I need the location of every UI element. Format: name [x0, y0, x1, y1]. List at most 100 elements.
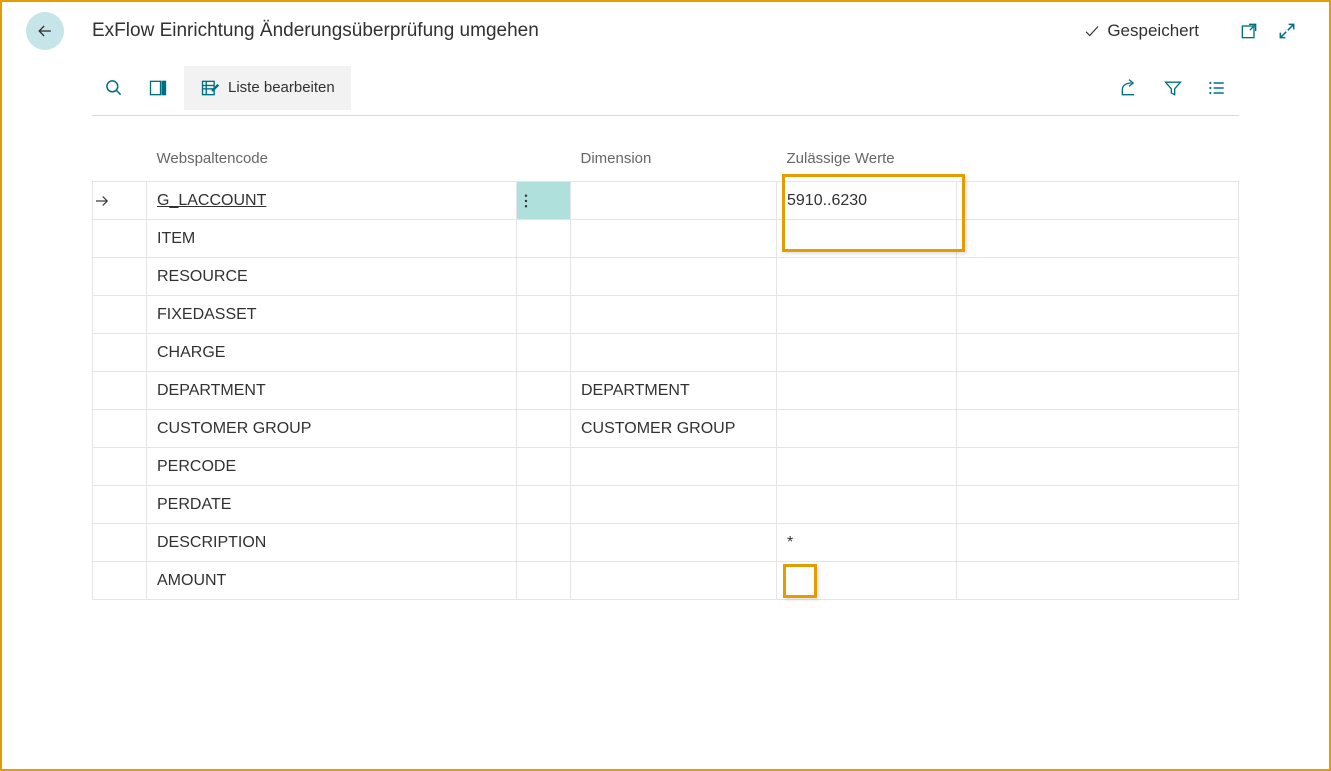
- cell-dimension[interactable]: [571, 334, 777, 372]
- cell-code[interactable]: CHARGE: [147, 334, 517, 372]
- cell-allowed-values[interactable]: [777, 372, 957, 410]
- table-header-row: Webspaltencode Dimension Zulässige Werte: [93, 140, 1239, 182]
- col-header-code[interactable]: Webspaltencode: [147, 140, 517, 182]
- row-actions: [517, 410, 571, 448]
- edit-list-label: Liste bearbeiten: [228, 79, 335, 96]
- cell-filler: [957, 182, 1239, 220]
- cell-allowed-values[interactable]: [777, 448, 957, 486]
- cell-allowed-values[interactable]: [777, 486, 957, 524]
- row-actions: [517, 258, 571, 296]
- expand-icon: [1277, 21, 1297, 41]
- search-button[interactable]: [92, 66, 136, 110]
- cell-allowed-values[interactable]: [777, 296, 957, 334]
- cell-code[interactable]: ITEM: [147, 220, 517, 258]
- col-header-allowed[interactable]: Zulässige Werte: [777, 140, 957, 182]
- cell-dimension[interactable]: [571, 562, 777, 600]
- cell-filler: [957, 410, 1239, 448]
- cell-code[interactable]: DESCRIPTION: [147, 524, 517, 562]
- row-actions: [517, 524, 571, 562]
- cell-allowed-values[interactable]: *: [777, 524, 957, 562]
- cell-dimension[interactable]: [571, 524, 777, 562]
- more-vertical-icon: [517, 192, 535, 210]
- saved-label: Gespeichert: [1107, 21, 1199, 41]
- back-button[interactable]: [26, 12, 64, 50]
- edit-list-icon: [200, 78, 220, 98]
- cell-code[interactable]: RESOURCE: [147, 258, 517, 296]
- cell-allowed-values[interactable]: [777, 220, 957, 258]
- cell-code[interactable]: PERCODE: [147, 448, 517, 486]
- popout-icon: [1239, 21, 1259, 41]
- row-actions: [517, 372, 571, 410]
- page-title: ExFlow Einrichtung Änderungsüberprüfung …: [92, 20, 539, 42]
- search-icon: [104, 78, 124, 98]
- table-row[interactable]: FIXEDASSET: [93, 296, 1239, 334]
- row-actions[interactable]: [517, 182, 571, 220]
- row-selector[interactable]: [93, 182, 147, 220]
- cell-dimension[interactable]: [571, 258, 777, 296]
- table-row[interactable]: AMOUNT: [93, 562, 1239, 600]
- cell-code[interactable]: G_LACCOUNT: [147, 182, 517, 220]
- row-selector[interactable]: [93, 410, 147, 448]
- table-row[interactable]: DESCRIPTION *: [93, 524, 1239, 562]
- cell-filler: [957, 372, 1239, 410]
- filter-icon: [1163, 78, 1183, 98]
- expand-button[interactable]: [1275, 19, 1299, 43]
- arrow-right-icon: [93, 192, 111, 210]
- table-row[interactable]: CUSTOMER GROUP CUSTOMER GROUP: [93, 410, 1239, 448]
- row-actions: [517, 296, 571, 334]
- cell-allowed-values[interactable]: [777, 562, 957, 600]
- cell-dimension[interactable]: [571, 486, 777, 524]
- row-selector[interactable]: [93, 562, 147, 600]
- table-row[interactable]: RESOURCE: [93, 258, 1239, 296]
- table-row[interactable]: PERDATE: [93, 486, 1239, 524]
- cell-code[interactable]: PERDATE: [147, 486, 517, 524]
- row-actions: [517, 220, 571, 258]
- row-selector[interactable]: [93, 220, 147, 258]
- cell-allowed-values[interactable]: [777, 334, 957, 372]
- edit-list-button[interactable]: Liste bearbeiten: [184, 66, 351, 110]
- cell-allowed-values[interactable]: [777, 258, 957, 296]
- share-button[interactable]: [1107, 66, 1151, 110]
- row-selector[interactable]: [93, 296, 147, 334]
- table-row[interactable]: DEPARTMENT DEPARTMENT: [93, 372, 1239, 410]
- filter-button[interactable]: [1151, 66, 1195, 110]
- cell-code[interactable]: DEPARTMENT: [147, 372, 517, 410]
- cell-filler: [957, 524, 1239, 562]
- table-row[interactable]: ITEM: [93, 220, 1239, 258]
- cell-filler: [957, 562, 1239, 600]
- cell-filler: [957, 486, 1239, 524]
- row-selector[interactable]: [93, 448, 147, 486]
- row-actions: [517, 562, 571, 600]
- table-row[interactable]: PERCODE: [93, 448, 1239, 486]
- popout-button[interactable]: [1237, 19, 1261, 43]
- row-selector[interactable]: [93, 258, 147, 296]
- checkmark-icon: [1083, 22, 1101, 40]
- list-icon: [1207, 78, 1227, 98]
- page-header: ExFlow Einrichtung Änderungsüberprüfung …: [2, 2, 1329, 60]
- table-row[interactable]: G_LACCOUNT 5910..6230: [93, 182, 1239, 220]
- cell-allowed-values[interactable]: [777, 410, 957, 448]
- row-actions: [517, 448, 571, 486]
- row-selector[interactable]: [93, 372, 147, 410]
- cell-allowed-values[interactable]: 5910..6230: [777, 182, 957, 220]
- cell-code[interactable]: AMOUNT: [147, 562, 517, 600]
- cell-code[interactable]: CUSTOMER GROUP: [147, 410, 517, 448]
- cell-filler: [957, 220, 1239, 258]
- table-row[interactable]: CHARGE: [93, 334, 1239, 372]
- data-grid: Webspaltencode Dimension Zulässige Werte…: [92, 140, 1239, 600]
- cell-dimension[interactable]: CUSTOMER GROUP: [571, 410, 777, 448]
- row-selector[interactable]: [93, 334, 147, 372]
- cell-code[interactable]: FIXEDASSET: [147, 296, 517, 334]
- cell-dimension[interactable]: [571, 448, 777, 486]
- saved-status: Gespeichert: [1083, 21, 1199, 41]
- cell-dimension[interactable]: [571, 182, 777, 220]
- row-selector[interactable]: [93, 524, 147, 562]
- col-header-dimension[interactable]: Dimension: [571, 140, 777, 182]
- layout-button[interactable]: [136, 66, 180, 110]
- cell-filler: [957, 296, 1239, 334]
- cell-dimension[interactable]: [571, 296, 777, 334]
- cell-dimension[interactable]: [571, 220, 777, 258]
- cell-dimension[interactable]: DEPARTMENT: [571, 372, 777, 410]
- list-view-button[interactable]: [1195, 66, 1239, 110]
- row-selector[interactable]: [93, 486, 147, 524]
